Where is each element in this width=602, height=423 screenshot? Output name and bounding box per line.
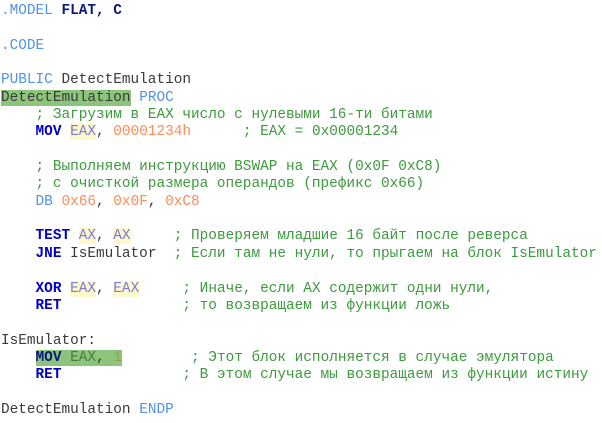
comment-token: ; Иначе, если AX содержит одни нули, — [182, 280, 494, 297]
comment-token: ; то возвращаем из функции ложь — [182, 297, 451, 314]
code-line[interactable]: IsEmulator: — [1, 333, 597, 350]
comment-token: ; с очисткой размера операндов (префикс … — [35, 176, 425, 193]
code-line[interactable] — [1, 55, 597, 72]
number-token: 0xC8 — [165, 193, 200, 210]
keyword-token: MOV — [35, 124, 71, 141]
code-token: IsEmulator — [70, 245, 157, 262]
code-token: , — [147, 193, 166, 210]
code-line[interactable] — [1, 20, 597, 37]
code-line[interactable]: DetectEmulation PROC — [1, 89, 597, 107]
number-token: 1 — [113, 349, 122, 366]
comment-token: ; Этот блок исполняется в случае эмулято… — [191, 349, 554, 366]
code-line[interactable]: MOV EAX, 1 ; Этот блок исполняется в слу… — [1, 349, 597, 367]
code-line[interactable]: XOR EAX, EAX ; Иначе, если AX содержит о… — [1, 280, 597, 298]
code-line[interactable] — [1, 211, 597, 228]
keyword-token: XOR — [35, 280, 71, 297]
register-token: EAX — [70, 349, 97, 366]
keyword-token: FLAT, C — [61, 3, 122, 19]
keyword-token: TEST — [35, 228, 79, 245]
code-line[interactable]: MOV EAX, 00001234h ; EAX = 0x00001234 — [1, 124, 597, 141]
code-editor[interactable]: .MODEL FLAT, C .CODE PUBLIC DetectEmulatio… — [1, 3, 597, 419]
comment-token: ; Проверяем младшие 16 байт после реверс… — [173, 228, 528, 245]
code-token: , — [96, 124, 114, 141]
code-line[interactable]: TEST AX, AX ; Проверяем младшие 16 байт … — [1, 228, 597, 245]
code-line[interactable]: DB 0x66, 0x0F, 0xC8 — [1, 194, 597, 211]
comment-token: ; В этом случае мы возвращаем из функции… — [182, 367, 589, 384]
code-line[interactable]: ; Загрузим в EAX число с нулевыми 16-ти … — [1, 107, 597, 124]
code-token: , — [96, 349, 114, 366]
number-token: 00001234h — [113, 124, 192, 141]
register-token: AX — [113, 228, 131, 245]
number-token: 0x0F — [113, 193, 148, 210]
directive-token: DB — [35, 193, 62, 210]
code-line[interactable]: PUBLIC DetectEmulation — [1, 72, 597, 89]
directive-token: .MODEL — [1, 3, 62, 19]
directive-token: PUBLIC — [1, 72, 62, 89]
keyword-token: MOV — [35, 349, 71, 366]
code-token: , — [96, 193, 114, 210]
code-line[interactable] — [1, 142, 597, 159]
comment-token: ; Загрузим в EAX число с нулевыми 16-ти … — [35, 107, 433, 124]
code-line[interactable]: ; Выполняем инструкцию BSWAP на EAX (0x0… — [1, 159, 597, 176]
code-line[interactable] — [1, 385, 597, 402]
comment-token: ; EAX = 0x00001234 — [242, 124, 399, 141]
code-token: IsEmulator: — [1, 332, 96, 349]
directive-token: PROC — [139, 89, 174, 106]
code-line[interactable]: RET ; то возвращаем из функции ложь — [1, 298, 597, 315]
register-token: EAX — [70, 124, 97, 141]
code-line[interactable]: JNE IsEmulator ; Если там не нули, то пр… — [1, 246, 597, 263]
keyword-token: RET — [35, 297, 62, 314]
code-line[interactable]: DetectEmulation ENDP — [1, 402, 597, 419]
code-token: DetectEmulation — [61, 72, 191, 89]
register-token: EAX — [113, 280, 140, 297]
number-token: 0x66 — [61, 193, 97, 210]
directive-token: ENDP — [139, 401, 174, 418]
code-line[interactable] — [1, 263, 597, 280]
keyword-token: RET — [35, 367, 62, 384]
directive-token: .CODE — [1, 37, 45, 54]
code-token: DetectEmulation — [1, 89, 131, 106]
keyword-token: JNE — [35, 245, 71, 262]
code-line[interactable]: .CODE — [1, 38, 597, 55]
register-token: AX — [78, 228, 97, 245]
code-token: DetectEmulation — [1, 401, 140, 418]
register-token: EAX — [70, 280, 97, 297]
code-token: , — [96, 280, 114, 297]
code-token: , — [96, 228, 114, 245]
code-line[interactable]: .MODEL FLAT, C — [1, 3, 597, 20]
code-line[interactable]: RET ; В этом случае мы возвращаем из фун… — [1, 367, 597, 384]
comment-token: ; Если там не нули, то прыгаем на блок I… — [173, 245, 597, 262]
code-line[interactable] — [1, 315, 597, 332]
code-line[interactable]: ; с очисткой размера операндов (префикс … — [1, 176, 597, 193]
comment-token: ; Выполняем инструкцию BSWAP на EAX (0x0… — [35, 159, 442, 176]
